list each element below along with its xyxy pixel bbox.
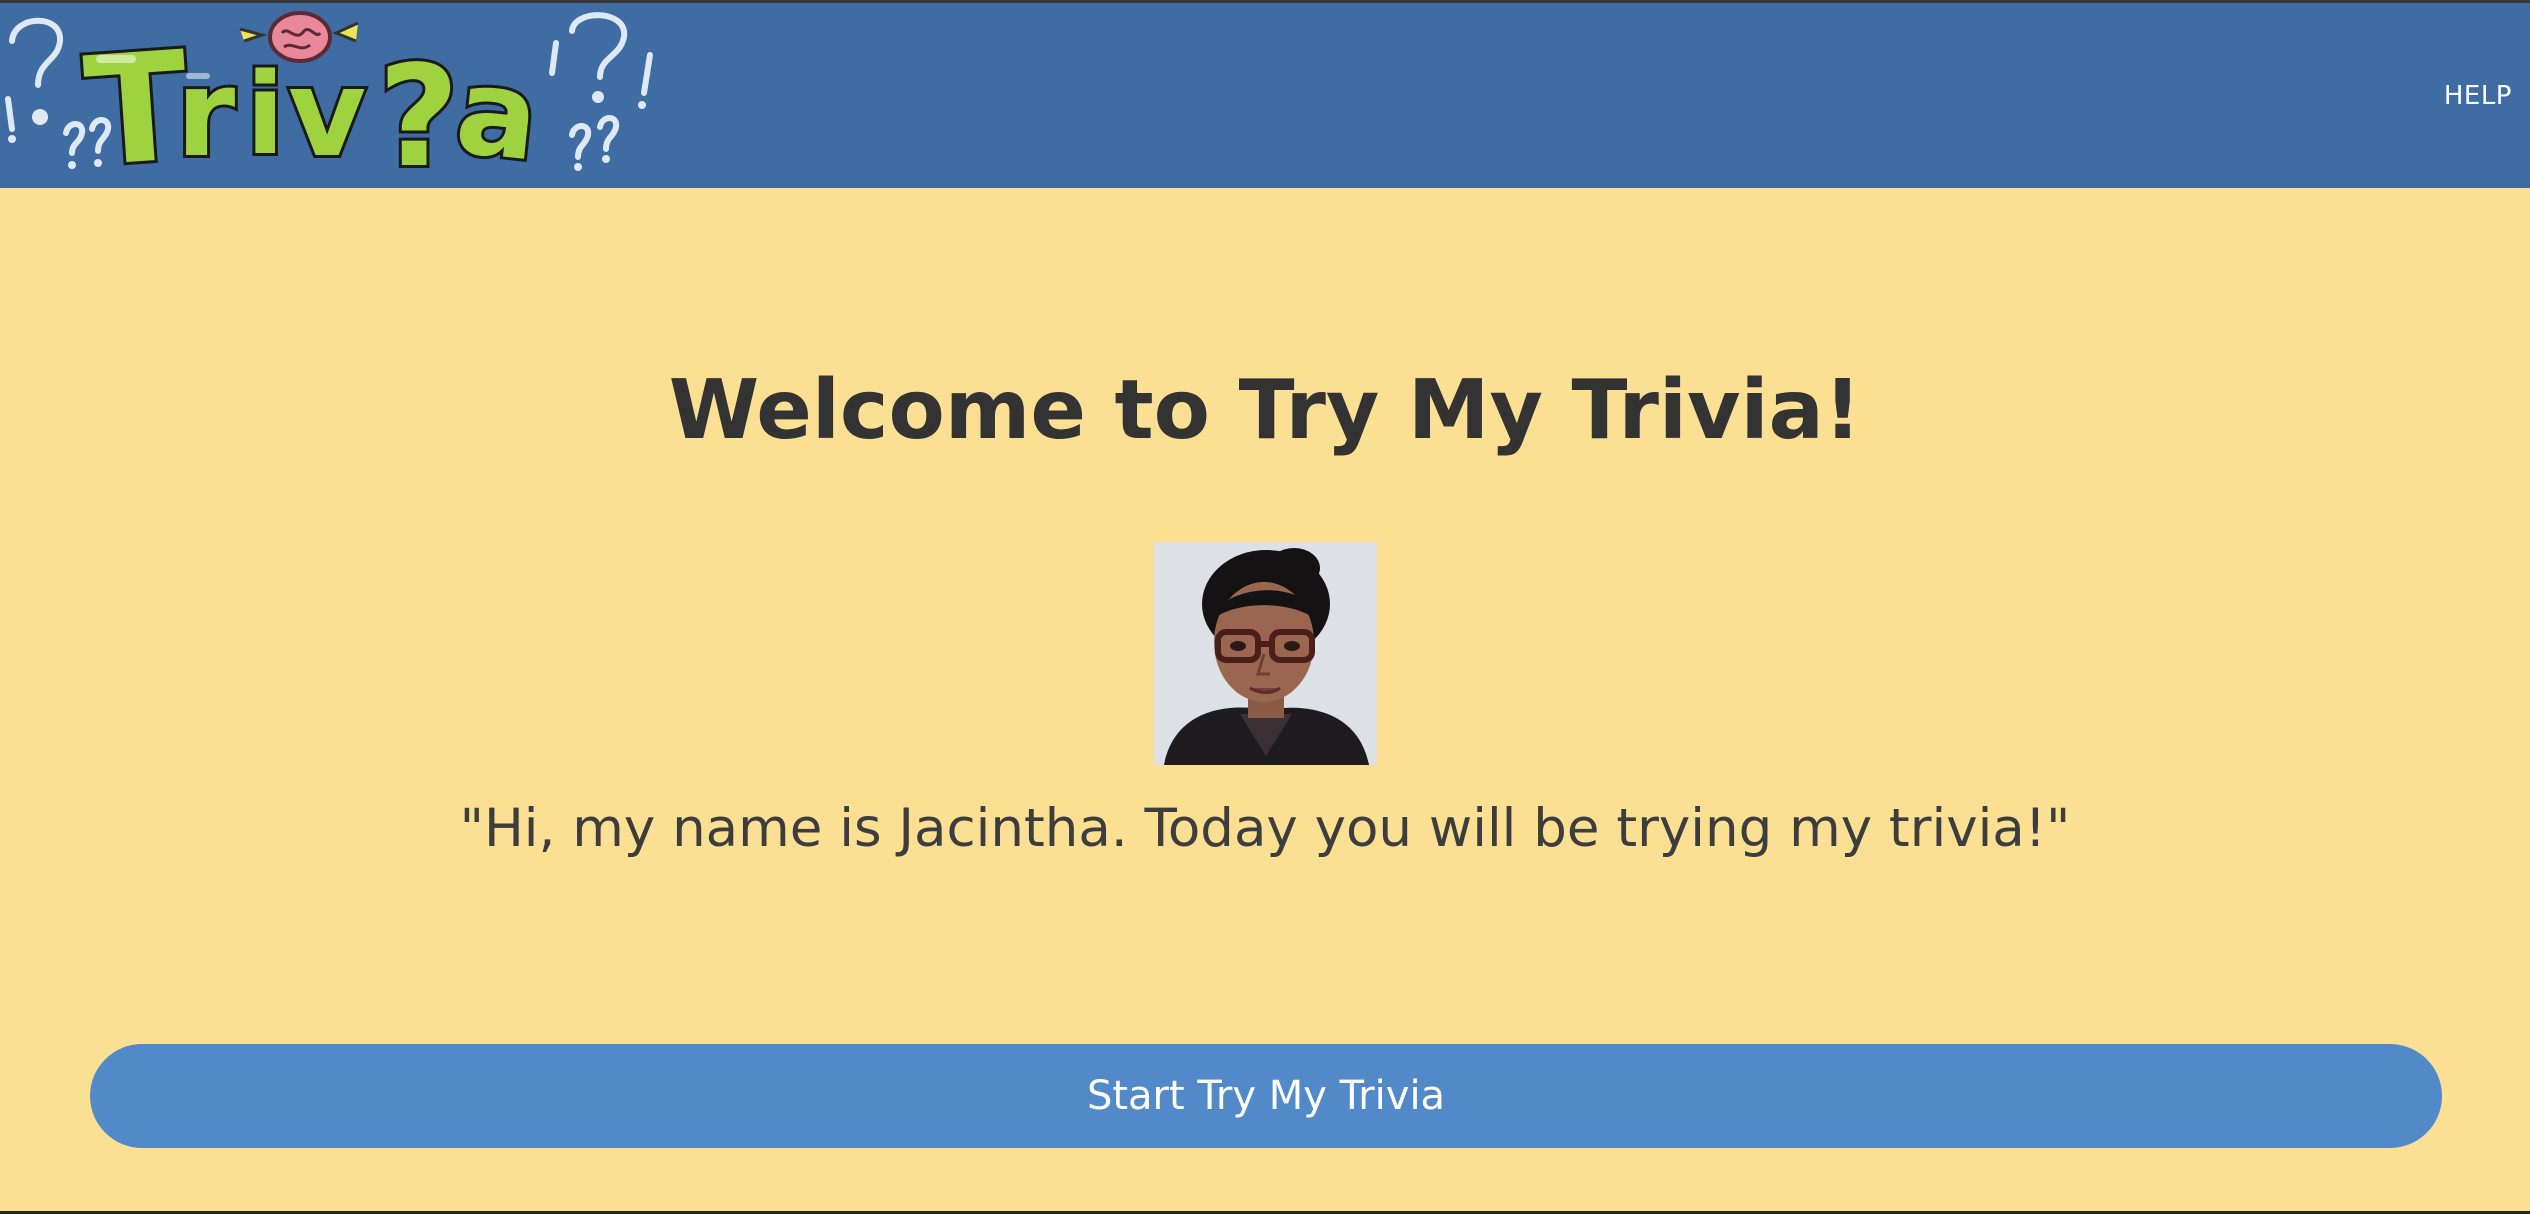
header-bar: T r i v ? a HELP xyxy=(0,3,2530,188)
start-trivia-button[interactable]: Start Try My Trivia xyxy=(90,1044,2442,1148)
svg-text:v: v xyxy=(288,45,366,184)
help-link[interactable]: HELP xyxy=(2444,81,2512,111)
svg-text:a: a xyxy=(450,42,545,188)
svg-text:?: ? xyxy=(378,36,459,188)
svg-text:r: r xyxy=(176,45,235,184)
svg-text:i: i xyxy=(246,50,284,180)
profile-photo xyxy=(1154,542,1377,765)
page-title: Welcome to Try My Trivia! xyxy=(668,363,1862,458)
trivia-logo-icon[interactable]: T r i v ? a xyxy=(0,3,670,188)
main-content: Welcome to Try My Trivia! "Hi, my name i… xyxy=(0,188,2530,1214)
greeting-text: "Hi, my name is Jacintha. Today you will… xyxy=(459,798,2071,859)
avatar-portrait xyxy=(1154,542,1377,765)
